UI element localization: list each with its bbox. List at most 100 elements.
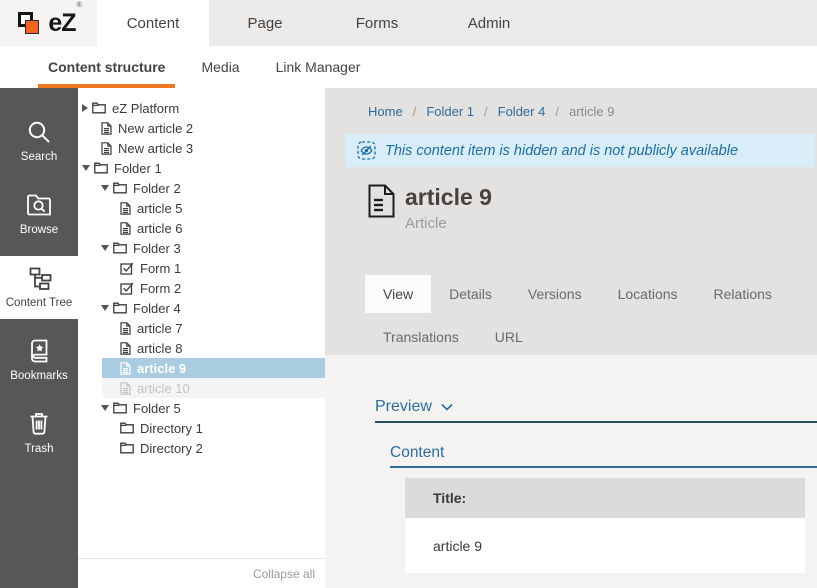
subnav-tab-media[interactable]: Media: [191, 46, 249, 88]
breadcrumb-separator: /: [484, 104, 488, 119]
content-type-label: Article: [405, 215, 492, 232]
tab-url[interactable]: URL: [477, 318, 541, 356]
tab-locations[interactable]: Locations: [600, 275, 696, 313]
sidebar-item-content-tree[interactable]: Content Tree: [0, 256, 78, 319]
ez-logo[interactable]: eZ®: [0, 0, 97, 46]
article-icon: [120, 322, 131, 335]
tab-translations[interactable]: Translations: [365, 318, 477, 356]
sidebar-item-label: Search: [21, 151, 57, 163]
sidebar-item-bookmarks[interactable]: Bookmarks: [0, 329, 78, 392]
preview-section-toggle[interactable]: Preview: [375, 393, 817, 423]
search-icon: [26, 119, 52, 145]
article-icon: [101, 142, 112, 155]
sidebar-item-label: Browse: [20, 224, 58, 236]
tree-item-form-2[interactable]: Form 2: [78, 278, 325, 298]
expander-collapsed-icon[interactable]: [82, 104, 88, 112]
nav-tab-admin[interactable]: Admin: [433, 0, 545, 46]
tree-item-new-article-3[interactable]: New article 3: [78, 138, 325, 158]
tree-item-folder-1[interactable]: Folder 1: [78, 158, 325, 178]
expander-expanded-icon[interactable]: [101, 405, 109, 411]
ez-logo-text: eZ®: [48, 11, 79, 36]
expander-expanded-icon[interactable]: [101, 185, 109, 191]
nav-tab-page[interactable]: Page: [209, 0, 321, 46]
folder-icon: [113, 402, 127, 414]
breadcrumb: Home / Folder 1 / Folder 4 / article 9: [368, 96, 615, 126]
content-tree-panel: eZ Platform New article 2 New article 3 …: [78, 88, 325, 588]
tree-item-ez-platform[interactable]: eZ Platform: [78, 98, 325, 118]
folder-icon: [92, 102, 106, 114]
subnav-tab-link-manager[interactable]: Link Manager: [266, 46, 371, 88]
expander-expanded-icon[interactable]: [101, 245, 109, 251]
hidden-content-notice: This content item is hidden and is not p…: [345, 134, 815, 167]
main-content: Home / Folder 1 / Folder 4 / article 9 T…: [325, 88, 817, 588]
hidden-content-notice-text: This content item is hidden and is not p…: [385, 143, 738, 159]
ez-logo-icon: [17, 10, 43, 37]
chevron-down-icon: [441, 403, 453, 411]
folder-icon: [94, 162, 108, 174]
nav-tab-forms[interactable]: Forms: [321, 0, 433, 46]
tree-item-article-8[interactable]: article 8: [78, 338, 325, 358]
sidebar-item-label: Content Tree: [6, 297, 72, 309]
breadcrumb-link-folder-1[interactable]: Folder 1: [426, 104, 474, 119]
trash-icon: [26, 411, 52, 437]
content-fields-table: Title: article 9: [405, 478, 805, 573]
tree-item-directory-2[interactable]: Directory 2: [78, 438, 325, 458]
article-icon: [120, 202, 131, 215]
tree-item-folder-3[interactable]: Folder 3: [78, 238, 325, 258]
left-sidebar: Search Browse Content Tree Bookmarks Tra…: [0, 88, 78, 588]
article-icon: [120, 382, 131, 395]
sidebar-item-search[interactable]: Search: [0, 110, 78, 173]
sidebar-item-label: Trash: [25, 443, 54, 455]
sidebar-item-trash[interactable]: Trash: [0, 402, 78, 465]
folder-icon: [113, 182, 127, 194]
form-icon: [120, 282, 134, 295]
content-section-heading: Content: [390, 440, 817, 468]
tree-item-form-1[interactable]: Form 1: [78, 258, 325, 278]
subnav-tab-content-structure[interactable]: Content structure: [38, 46, 175, 88]
page-title: article 9: [405, 184, 492, 212]
top-bar: eZ® Content Page Forms Admin: [0, 0, 817, 46]
browse-icon: [26, 192, 52, 218]
expander-expanded-icon[interactable]: [82, 165, 90, 171]
registered-mark: ®: [77, 2, 81, 9]
main-nav: Content Page Forms Admin: [97, 0, 545, 46]
breadcrumb-link-home[interactable]: Home: [368, 104, 403, 119]
article-icon: [120, 222, 131, 235]
tree-item-folder-5[interactable]: Folder 5: [78, 398, 325, 418]
breadcrumb-current: article 9: [569, 104, 615, 119]
page-header: article 9 Article: [368, 184, 492, 232]
tree-item-new-article-2[interactable]: New article 2: [78, 118, 325, 138]
folder-icon: [113, 242, 127, 254]
tree-item-article-7[interactable]: article 7: [78, 318, 325, 338]
hidden-eye-icon: [357, 141, 376, 160]
tab-view[interactable]: View: [365, 275, 431, 313]
ez-platform-admin-window: eZ® Content Page Forms Admin Content str…: [0, 0, 817, 588]
content-item-tabs: View Details Versions Locations Relation…: [365, 275, 817, 356]
tree-item-directory-1[interactable]: Directory 1: [78, 418, 325, 438]
content-tree-icon: [26, 265, 52, 291]
tab-relations[interactable]: Relations: [696, 275, 790, 313]
folder-icon: [120, 422, 134, 434]
sidebar-item-label: Bookmarks: [10, 370, 68, 382]
article-icon: [101, 122, 112, 135]
article-type-icon: [368, 184, 395, 218]
nav-tab-content[interactable]: Content: [97, 0, 209, 46]
tree-item-article-6[interactable]: article 6: [78, 218, 325, 238]
form-icon: [120, 262, 134, 275]
breadcrumb-link-folder-4[interactable]: Folder 4: [498, 104, 546, 119]
tree-item-article-10-hidden[interactable]: article 10: [102, 378, 325, 398]
tab-details[interactable]: Details: [431, 275, 510, 313]
expander-expanded-icon[interactable]: [101, 305, 109, 311]
tab-versions[interactable]: Versions: [510, 275, 600, 313]
tree-item-folder-2[interactable]: Folder 2: [78, 178, 325, 198]
article-icon: [120, 342, 131, 355]
sidebar-item-browse[interactable]: Browse: [0, 183, 78, 246]
field-value-title: article 9: [405, 518, 805, 573]
sub-nav: Content structure Media Link Manager: [0, 46, 817, 88]
tree-item-article-9-selected[interactable]: article 9: [102, 358, 325, 378]
content-tree: eZ Platform New article 2 New article 3 …: [78, 98, 325, 458]
tree-item-article-5[interactable]: article 5: [78, 198, 325, 218]
tree-item-folder-4[interactable]: Folder 4: [78, 298, 325, 318]
collapse-all-button[interactable]: Collapse all: [78, 558, 325, 588]
folder-icon: [113, 302, 127, 314]
